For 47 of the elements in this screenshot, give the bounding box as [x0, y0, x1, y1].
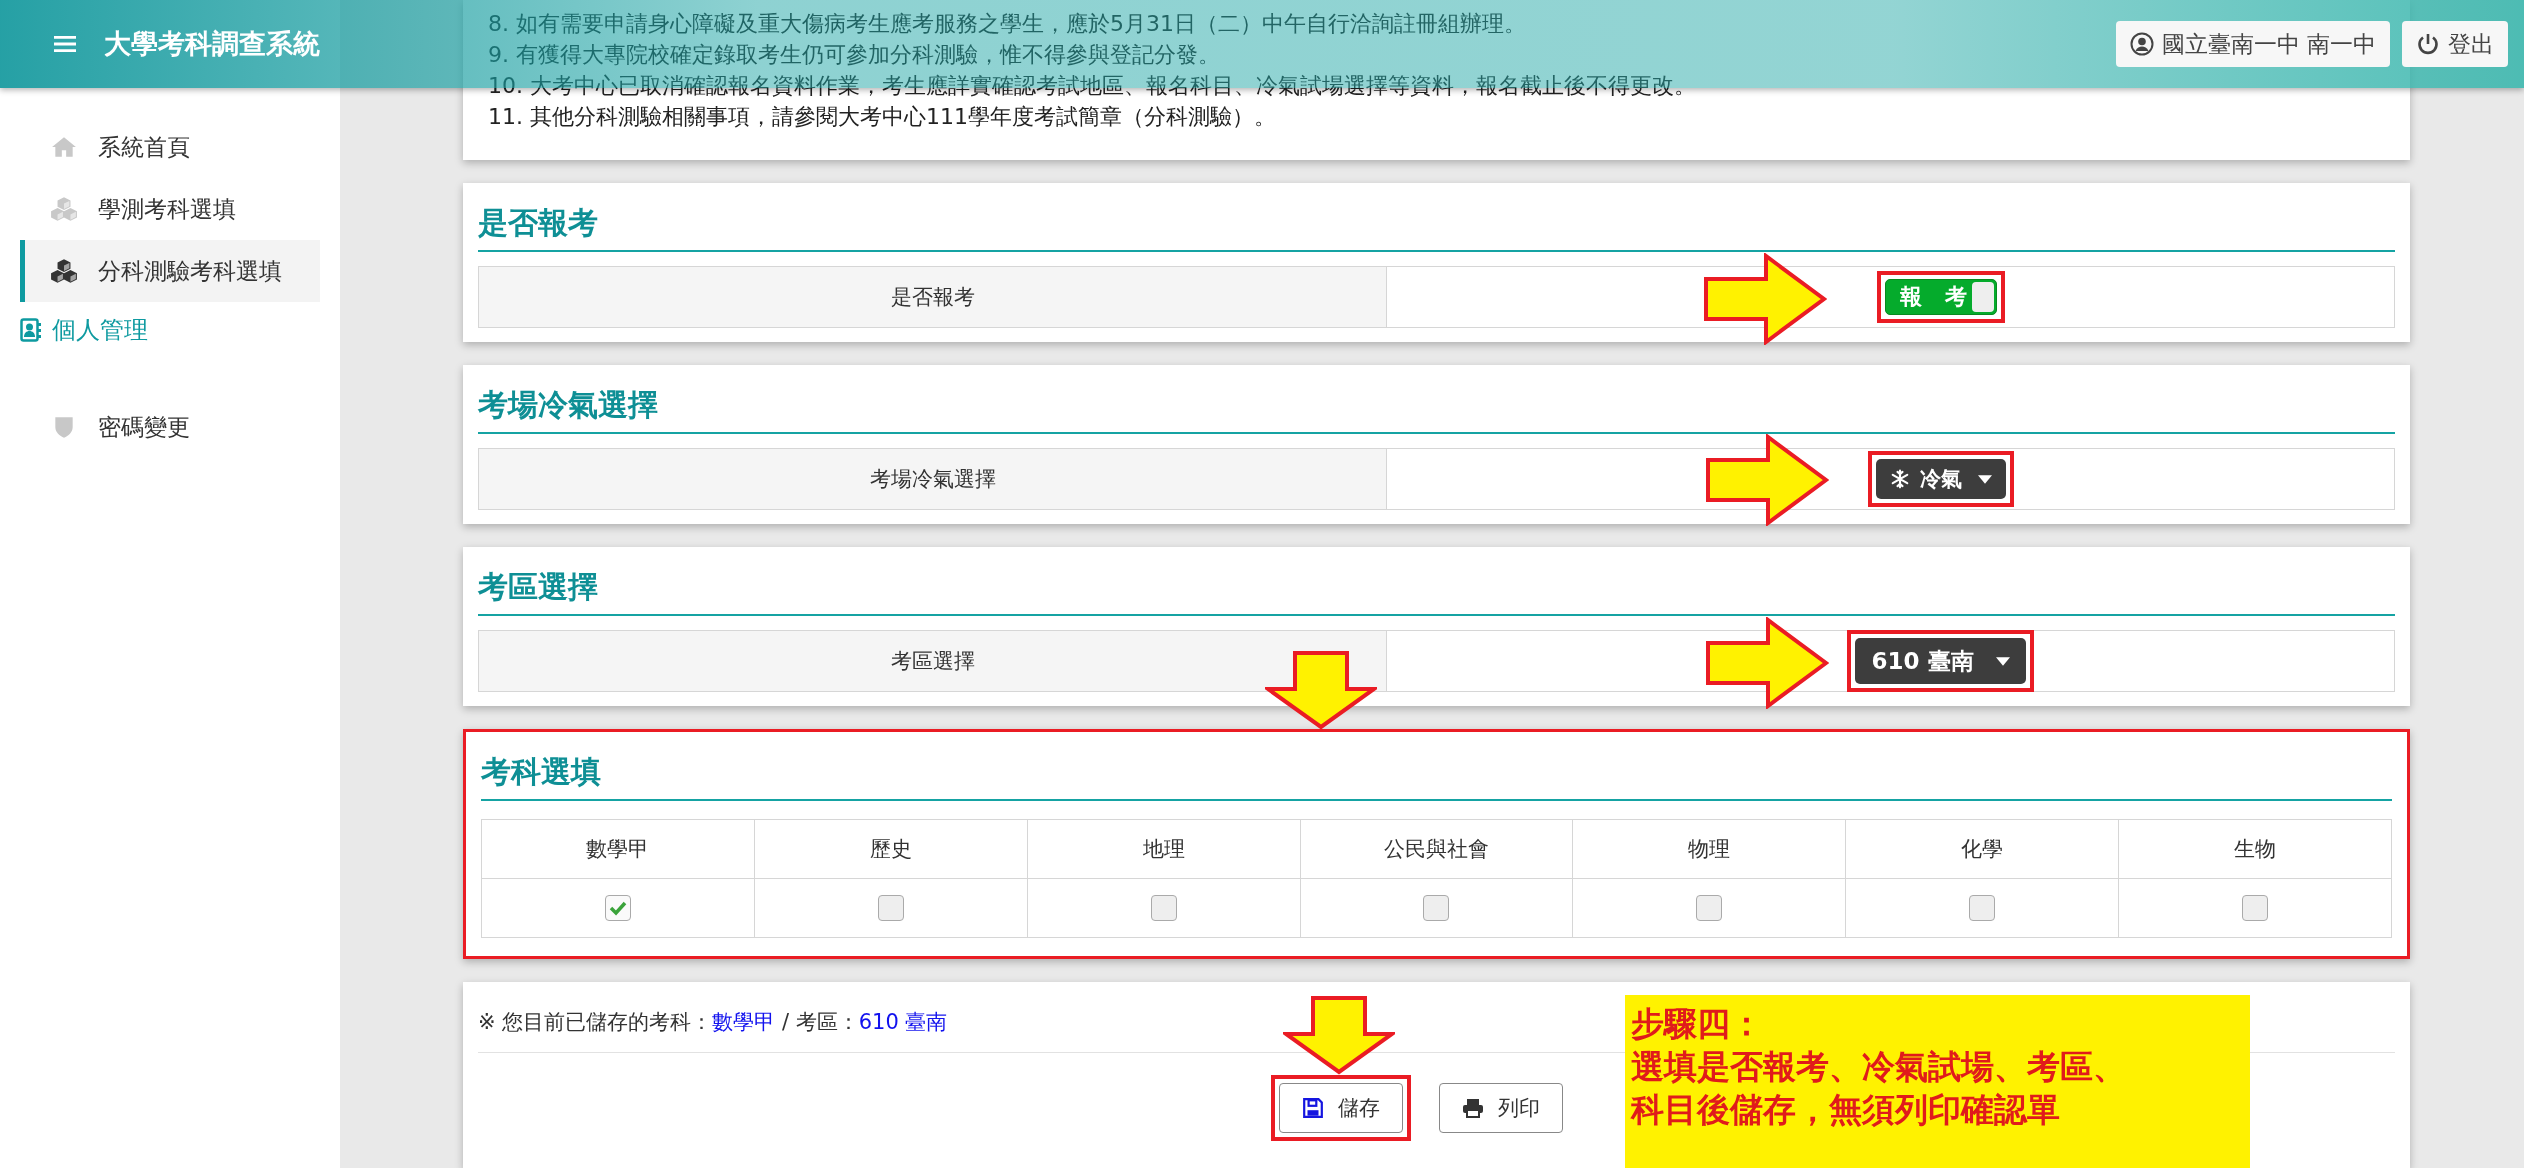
subject-checkbox[interactable] [604, 895, 631, 921]
contact-card-icon [20, 318, 42, 342]
logout-button[interactable]: 登出 [2402, 21, 2508, 67]
field-label: 是否報考 [479, 267, 1387, 327]
section-title: 考科選填 [481, 746, 2392, 801]
field-label: 考區選擇 [479, 631, 1387, 691]
subject-header: 化學 [1846, 820, 2120, 879]
area-dropdown[interactable]: 610 臺南 [1855, 638, 2026, 684]
print-button[interactable]: 列印 [1438, 1083, 1563, 1133]
subject-checkbox[interactable] [1969, 895, 1996, 921]
notice-text: 8. 如有需要申請身心障礙及重大傷病考生應考服務之學生，應於5月31日（二）中午自行洽詢註冊組辦理。 [488, 10, 1526, 38]
subject-checkbox[interactable] [1150, 895, 1177, 921]
field-label: 考場冷氣選擇 [479, 449, 1387, 509]
subject-header: 物理 [1573, 820, 1847, 879]
section-title: 考區選擇 [478, 561, 2395, 616]
sidebar-item[interactable]: 系統首頁 [20, 116, 320, 178]
subject-header: 公民與社會 [1300, 820, 1574, 879]
user-icon [2129, 32, 2154, 56]
subject-checkbox[interactable] [2242, 895, 2269, 921]
cubes-icon [50, 196, 78, 222]
caret-icon [1977, 474, 1992, 484]
power-icon [2416, 32, 2440, 56]
printer-icon [1461, 1097, 1484, 1119]
app-title: 大學考科調查系統 [104, 27, 320, 61]
section-title: 考場冷氣選擇 [478, 379, 2395, 434]
subject-header: 生物 [2119, 820, 2392, 879]
sidebar-item[interactable]: 分科測驗考科選填 [20, 240, 320, 302]
save-button[interactable]: 儲存 [1278, 1083, 1403, 1133]
subject-header: 歷史 [754, 820, 1028, 879]
notice-text: 9. 有獲得大專院校確定錄取考生仍可參加分科測驗，惟不得參與登記分發。 [488, 41, 1220, 69]
caret-icon [1995, 656, 2010, 666]
subject-checkbox[interactable] [877, 895, 904, 921]
cubes-icon [50, 258, 78, 284]
snowflake-icon [1889, 469, 1910, 489]
sidebar-item[interactable]: 學測考科選填 [20, 178, 320, 240]
sidebar-item[interactable]: 密碼變更 [20, 396, 320, 458]
note-text: 步驟四： [1631, 1005, 1764, 1044]
subject-header: 地理 [1027, 820, 1301, 879]
user-button[interactable]: 國立臺南一中 南一中 [2115, 21, 2390, 67]
menu-icon[interactable] [54, 35, 76, 53]
subject-checkbox[interactable] [1423, 895, 1450, 921]
subject-checkbox[interactable] [1696, 895, 1723, 921]
notice-text: 11. 其他分科測驗相關事項，請參閱大考中心111學年度考試簡章（分科測驗）。 [488, 103, 1276, 131]
section-title: 是否報考 [478, 197, 2395, 252]
aircon-dropdown[interactable]: 冷氣 [1875, 459, 2006, 499]
note-text: 科目後儲存，無須列印確認單 [1631, 1091, 2061, 1130]
subject-header: 數學甲 [482, 820, 755, 879]
